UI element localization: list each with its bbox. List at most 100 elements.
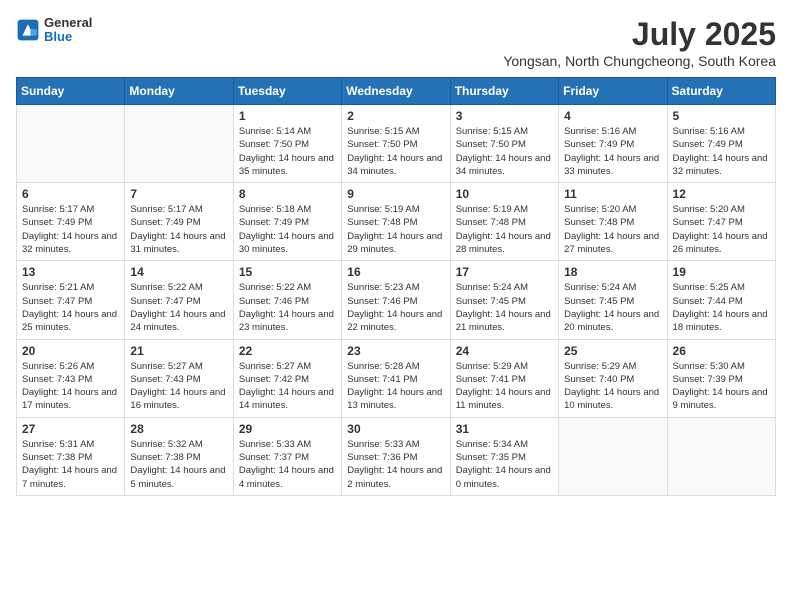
day-info: Sunrise: 5:16 AM Sunset: 7:49 PM Dayligh… — [673, 125, 770, 178]
calendar-day-cell: 2 Sunrise: 5:15 AM Sunset: 7:50 PM Daylig… — [342, 105, 450, 183]
day-number: 17 — [456, 265, 553, 279]
day-info: Sunrise: 5:21 AM Sunset: 7:47 PM Dayligh… — [22, 281, 119, 334]
calendar-day-cell — [559, 417, 667, 495]
calendar-day-cell: 23Sunrise: 5:28 AM Sunset: 7:41 PM Dayli… — [342, 339, 450, 417]
calendar-day-cell: 27 Sunrise: 5:31 AM Sunset: 7:38 PM Dayli… — [17, 417, 125, 495]
day-number: 23 — [347, 344, 444, 358]
day-number: 4 — [564, 109, 661, 123]
calendar-day-cell: 9Sunrise: 5:19 AM Sunset: 7:48 PM Daylig… — [342, 183, 450, 261]
calendar-day-cell: 19Sunrise: 5:25 AM Sunset: 7:44 PM Dayli… — [667, 261, 775, 339]
calendar-day-cell: 24 Sunrise: 5:29 AM Sunset: 7:41 PM Dayli… — [450, 339, 558, 417]
calendar-day-cell — [17, 105, 125, 183]
calendar-week-row: 6 Sunrise: 5:17 AM Sunset: 7:49 PM Daylig… — [17, 183, 776, 261]
day-number: 24 — [456, 344, 553, 358]
calendar-day-cell: 16Sunrise: 5:23 AM Sunset: 7:46 PM Dayli… — [342, 261, 450, 339]
day-info: Sunrise: 5:33 AM Sunset: 7:36 PM Dayligh… — [347, 438, 444, 491]
logo-line1: General — [44, 16, 92, 30]
calendar-header-thursday: Thursday — [450, 78, 558, 105]
calendar-day-cell: 26 Sunrise: 5:30 AM Sunset: 7:39 PM Dayli… — [667, 339, 775, 417]
calendar-day-cell: 28 Sunrise: 5:32 AM Sunset: 7:38 PM Dayli… — [125, 417, 233, 495]
day-info: Sunrise: 5:34 AM Sunset: 7:35 PM Dayligh… — [456, 438, 553, 491]
day-info: Sunrise: 5:15 AM Sunset: 7:50 PM Dayligh… — [456, 125, 553, 178]
logo-icon — [16, 18, 40, 42]
calendar-day-cell: 18 Sunrise: 5:24 AM Sunset: 7:45 PM Dayli… — [559, 261, 667, 339]
day-info: Sunrise: 5:32 AM Sunset: 7:38 PM Dayligh… — [130, 438, 227, 491]
calendar-day-cell: 25 Sunrise: 5:29 AM Sunset: 7:40 PM Dayli… — [559, 339, 667, 417]
day-number: 1 — [239, 109, 336, 123]
title-block: July 2025 Yongsan, North Chungcheong, So… — [503, 16, 776, 69]
day-number: 11 — [564, 187, 661, 201]
day-number: 6 — [22, 187, 119, 201]
day-info: Sunrise: 5:14 AM Sunset: 7:50 PM Dayligh… — [239, 125, 336, 178]
calendar-day-cell: 17Sunrise: 5:24 AM Sunset: 7:45 PM Dayli… — [450, 261, 558, 339]
day-number: 10 — [456, 187, 553, 201]
day-number: 15 — [239, 265, 336, 279]
calendar-day-cell: 14Sunrise: 5:22 AM Sunset: 7:47 PM Dayli… — [125, 261, 233, 339]
calendar-header-saturday: Saturday — [667, 78, 775, 105]
day-info: Sunrise: 5:19 AM Sunset: 7:48 PM Dayligh… — [347, 203, 444, 256]
calendar-day-cell: 6 Sunrise: 5:17 AM Sunset: 7:49 PM Daylig… — [17, 183, 125, 261]
calendar-day-cell — [125, 105, 233, 183]
calendar-day-cell: 30 Sunrise: 5:33 AM Sunset: 7:36 PM Dayli… — [342, 417, 450, 495]
calendar-day-cell: 13 Sunrise: 5:21 AM Sunset: 7:47 PM Dayli… — [17, 261, 125, 339]
day-number: 2 — [347, 109, 444, 123]
sub-title: Yongsan, North Chungcheong, South Korea — [503, 53, 776, 69]
day-info: Sunrise: 5:18 AM Sunset: 7:49 PM Dayligh… — [239, 203, 336, 256]
calendar-header-friday: Friday — [559, 78, 667, 105]
page-header: General Blue July 2025 Yongsan, North Ch… — [16, 16, 776, 69]
day-info: Sunrise: 5:29 AM Sunset: 7:40 PM Dayligh… — [564, 360, 661, 413]
calendar-day-cell: 10 Sunrise: 5:19 AM Sunset: 7:48 PM Dayli… — [450, 183, 558, 261]
calendar-header-tuesday: Tuesday — [233, 78, 341, 105]
calendar-week-row: 27 Sunrise: 5:31 AM Sunset: 7:38 PM Dayli… — [17, 417, 776, 495]
day-info: Sunrise: 5:15 AM Sunset: 7:50 PM Dayligh… — [347, 125, 444, 178]
day-info: Sunrise: 5:23 AM Sunset: 7:46 PM Dayligh… — [347, 281, 444, 334]
day-number: 29 — [239, 422, 336, 436]
day-number: 31 — [456, 422, 553, 436]
calendar-table: SundayMondayTuesdayWednesdayThursdayFrid… — [16, 77, 776, 496]
day-number: 5 — [673, 109, 770, 123]
day-info: Sunrise: 5:20 AM Sunset: 7:48 PM Dayligh… — [564, 203, 661, 256]
day-number: 28 — [130, 422, 227, 436]
day-number: 13 — [22, 265, 119, 279]
day-info: Sunrise: 5:29 AM Sunset: 7:41 PM Dayligh… — [456, 360, 553, 413]
calendar-day-cell: 21Sunrise: 5:27 AM Sunset: 7:43 PM Dayli… — [125, 339, 233, 417]
day-number: 25 — [564, 344, 661, 358]
calendar-day-cell: 4Sunrise: 5:16 AM Sunset: 7:49 PM Daylig… — [559, 105, 667, 183]
day-number: 12 — [673, 187, 770, 201]
day-info: Sunrise: 5:24 AM Sunset: 7:45 PM Dayligh… — [564, 281, 661, 334]
calendar-week-row: 13 Sunrise: 5:21 AM Sunset: 7:47 PM Dayli… — [17, 261, 776, 339]
day-info: Sunrise: 5:22 AM Sunset: 7:47 PM Dayligh… — [130, 281, 227, 334]
day-number: 30 — [347, 422, 444, 436]
day-info: Sunrise: 5:19 AM Sunset: 7:48 PM Dayligh… — [456, 203, 553, 256]
logo-text: General Blue — [44, 16, 92, 45]
day-number: 8 — [239, 187, 336, 201]
calendar-day-cell: 22 Sunrise: 5:27 AM Sunset: 7:42 PM Dayli… — [233, 339, 341, 417]
calendar-header-monday: Monday — [125, 78, 233, 105]
day-info: Sunrise: 5:17 AM Sunset: 7:49 PM Dayligh… — [130, 203, 227, 256]
day-number: 20 — [22, 344, 119, 358]
day-number: 21 — [130, 344, 227, 358]
day-info: Sunrise: 5:31 AM Sunset: 7:38 PM Dayligh… — [22, 438, 119, 491]
day-info: Sunrise: 5:30 AM Sunset: 7:39 PM Dayligh… — [673, 360, 770, 413]
day-info: Sunrise: 5:27 AM Sunset: 7:42 PM Dayligh… — [239, 360, 336, 413]
calendar-header-wednesday: Wednesday — [342, 78, 450, 105]
calendar-week-row: 1 Sunrise: 5:14 AM Sunset: 7:50 PM Daylig… — [17, 105, 776, 183]
day-number: 22 — [239, 344, 336, 358]
calendar-day-cell: 1 Sunrise: 5:14 AM Sunset: 7:50 PM Daylig… — [233, 105, 341, 183]
day-number: 27 — [22, 422, 119, 436]
calendar-day-cell: 8 Sunrise: 5:18 AM Sunset: 7:49 PM Daylig… — [233, 183, 341, 261]
day-info: Sunrise: 5:22 AM Sunset: 7:46 PM Dayligh… — [239, 281, 336, 334]
day-number: 18 — [564, 265, 661, 279]
day-info: Sunrise: 5:17 AM Sunset: 7:49 PM Dayligh… — [22, 203, 119, 256]
main-title: July 2025 — [503, 16, 776, 53]
day-info: Sunrise: 5:26 AM Sunset: 7:43 PM Dayligh… — [22, 360, 119, 413]
calendar-week-row: 20 Sunrise: 5:26 AM Sunset: 7:43 PM Dayli… — [17, 339, 776, 417]
calendar-day-cell: 11 Sunrise: 5:20 AM Sunset: 7:48 PM Dayli… — [559, 183, 667, 261]
calendar-day-cell: 20 Sunrise: 5:26 AM Sunset: 7:43 PM Dayli… — [17, 339, 125, 417]
day-number: 3 — [456, 109, 553, 123]
calendar-header-row: SundayMondayTuesdayWednesdayThursdayFrid… — [17, 78, 776, 105]
day-number: 26 — [673, 344, 770, 358]
calendar-day-cell: 29Sunrise: 5:33 AM Sunset: 7:37 PM Dayli… — [233, 417, 341, 495]
calendar-day-cell: 7Sunrise: 5:17 AM Sunset: 7:49 PM Daylig… — [125, 183, 233, 261]
calendar-header-sunday: Sunday — [17, 78, 125, 105]
